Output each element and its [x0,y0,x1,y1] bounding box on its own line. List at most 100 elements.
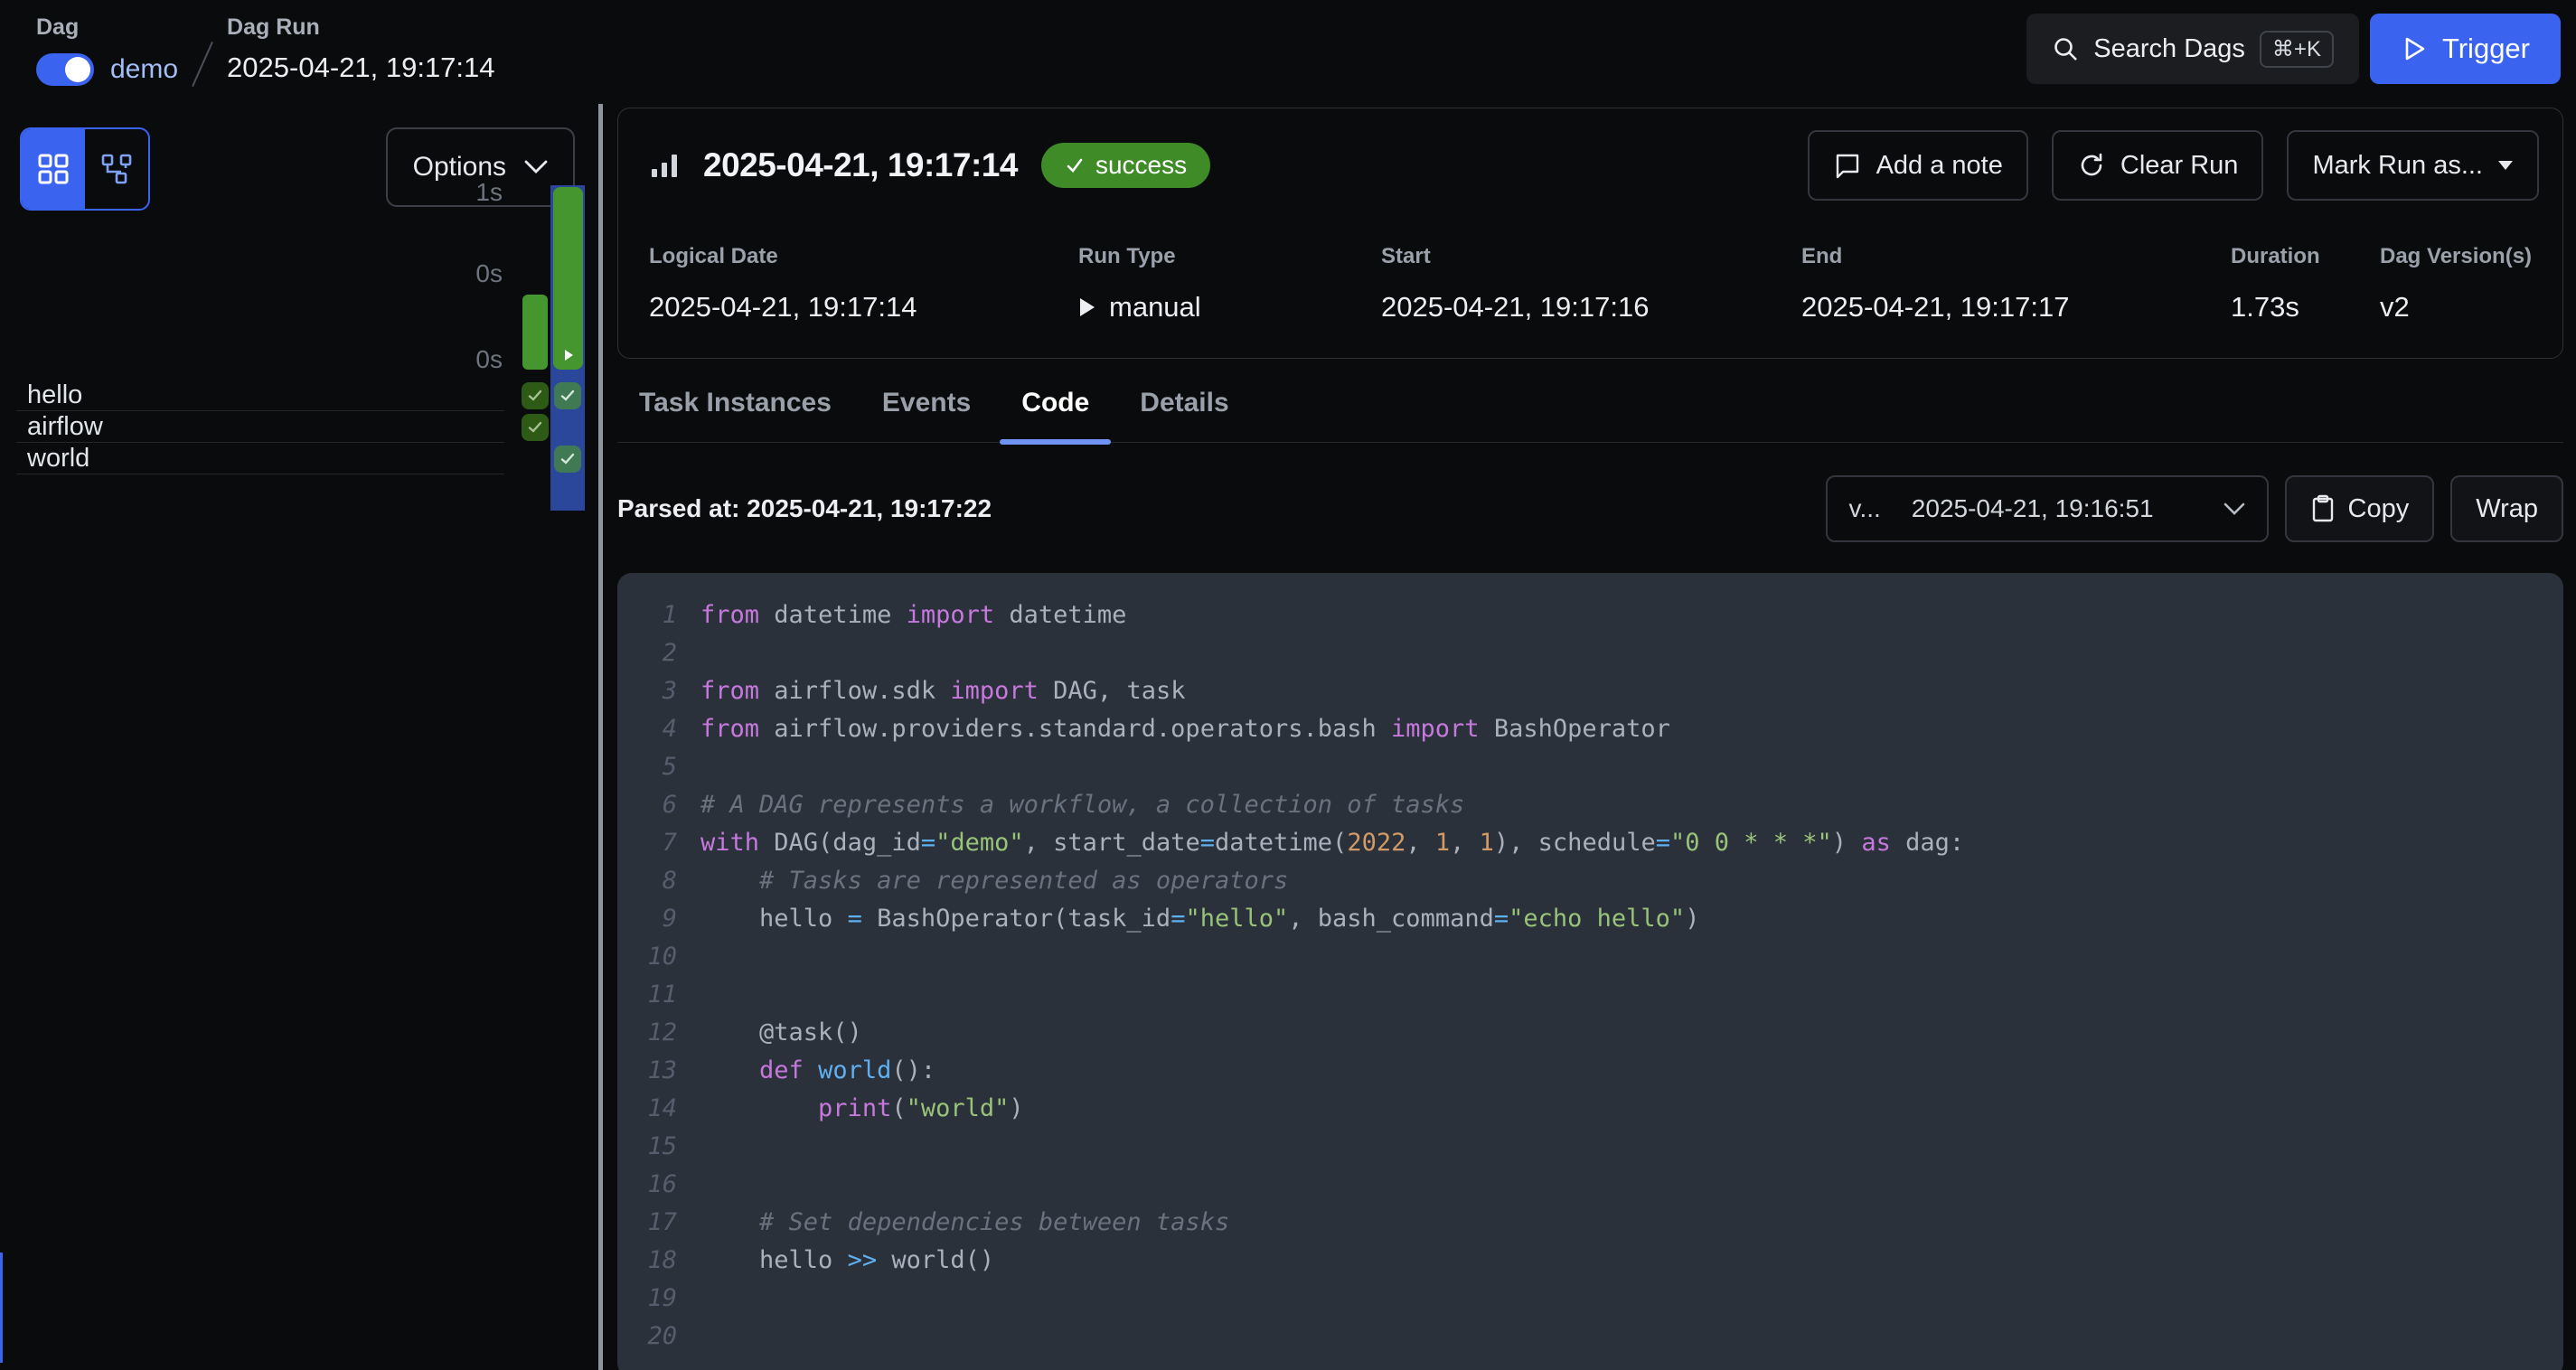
breadcrumb-dag: Dag demo [36,14,178,89]
code-line: 10 [617,938,2563,976]
grid-panel: Options 1s 0s 0s hello airflow world [0,104,598,1370]
clear-run-button[interactable]: Clear Run [2052,130,2264,201]
dag-run-crumb-label: Dag Run [227,14,494,41]
axis-tick: 0s [475,345,503,374]
axis-tick: 1s [475,178,503,207]
parsed-at-text: Parsed at: 2025-04-21, 19:17:22 [617,494,992,523]
panel-focus-border [0,1253,3,1363]
version-prefix: v... [1849,494,1881,523]
meta-logical-date: Logical Date 2025-04-21, 19:17:14 [649,244,1078,324]
task-label: airflow [27,412,103,442]
breadcrumb-dag-run: Dag Run 2025-04-21, 19:17:14 [227,14,494,89]
code-line: 11 [617,976,2563,1014]
refresh-icon [2077,151,2106,180]
add-note-button[interactable]: Add a note [1808,130,2028,201]
code-line: 4from airflow.providers.standard.operato… [617,710,2563,748]
copy-button[interactable]: Copy [2285,475,2435,542]
code-line: 9 hello = BashOperator(task_id="hello", … [617,900,2563,938]
dag-pause-toggle[interactable] [36,53,94,86]
copy-label: Copy [2348,494,2410,524]
tab-task-instances[interactable]: Task Instances [617,379,853,442]
grid-icon [36,152,71,186]
run-duration-bar-selected[interactable] [553,187,583,370]
tab-code[interactable]: Code [1000,379,1111,442]
search-dags-button[interactable]: Search Dags ⌘+K [2026,14,2359,84]
breadcrumb-separator [192,42,213,87]
bar-chart-icon [649,150,680,181]
task-instance-airflow-run1[interactable] [522,414,549,441]
code-line: 19 [617,1280,2563,1318]
caret-down-icon [2497,160,2514,171]
code-line: 2 [617,634,2563,672]
task-list: hello airflow world [16,380,504,474]
code-line: 16 [617,1166,2563,1204]
code-block[interactable]: 1from datetime import datetime23from air… [617,573,2563,1370]
trigger-label: Trigger [2442,33,2530,65]
task-row-airflow[interactable]: airflow [16,411,504,443]
dag-version-select[interactable]: v... 2025-04-21, 19:16:51 [1826,475,2269,542]
task-row-world[interactable]: world [16,443,504,474]
run-duration-bar-previous[interactable] [522,295,548,370]
task-row-hello[interactable]: hello [16,380,504,411]
detail-tabs: Task Instances Events Code Details [617,379,2563,443]
search-icon [2052,35,2079,62]
airflow-app: Dag demo Dag Run 2025-04-21, 19:17:14 Se… [0,0,2576,1370]
view-toggle-group [20,127,150,211]
meta-end: End 2025-04-21, 19:17:17 [1801,244,2231,324]
mark-run-as-label: Mark Run as... [2312,151,2483,181]
run-header-card: 2025-04-21, 19:17:14 success Add a note [617,108,2563,359]
code-line: 17 # Set dependencies between tasks [617,1204,2563,1242]
chevron-down-icon [2223,502,2245,516]
meta-dag-versions: Dag Version(s) v2 [2380,244,2539,324]
task-label: hello [27,380,82,410]
code-line: 3from airflow.sdk import DAG, task [617,672,2563,710]
graph-icon [99,152,134,186]
axis-tick: 0s [475,259,503,288]
mark-run-as-button[interactable]: Mark Run as... [2287,130,2539,201]
tab-details[interactable]: Details [1118,379,1250,442]
clear-run-label: Clear Run [2120,151,2239,181]
code-line: 5 [617,748,2563,786]
dag-name-link[interactable]: demo [110,54,178,85]
add-note-label: Add a note [1876,151,2003,181]
breadcrumb: Dag demo Dag Run 2025-04-21, 19:17:14 [36,14,495,89]
run-title: 2025-04-21, 19:17:14 [703,146,1018,184]
code-line: 20 [617,1318,2563,1356]
graph-view-button[interactable] [85,129,148,209]
run-play-icon [561,348,576,362]
note-icon [1833,151,1862,180]
task-instance-hello-run2[interactable] [554,382,581,409]
grid-view-button[interactable] [22,129,85,209]
search-shortcut-kbd: ⌘+K [2260,31,2334,68]
chevron-down-icon [524,160,548,174]
code-line: 8 # Tasks are represented as operators [617,862,2563,900]
task-instance-hello-run1[interactable] [522,382,549,409]
top-bar: Dag demo Dag Run 2025-04-21, 19:17:14 Se… [0,0,2576,104]
meta-run-type: Run Type manual [1078,244,1381,324]
code-line: 7with DAG(dag_id="demo", start_date=date… [617,824,2563,862]
run-metadata: Logical Date 2025-04-21, 19:17:14 Run Ty… [649,244,2539,324]
code-toolbar: Parsed at: 2025-04-21, 19:17:22 v... 202… [617,475,2563,542]
run-status-badge: success [1041,143,1210,188]
tab-events[interactable]: Events [860,379,992,442]
toggle-knob [65,57,90,82]
task-label: world [27,444,89,474]
run-status-text: success [1095,151,1187,180]
code-line: 6# A DAG represents a workflow, a collec… [617,786,2563,824]
code-line: 1from datetime import datetime [617,596,2563,634]
meta-start: Start 2025-04-21, 19:17:16 [1381,244,1801,324]
wrap-button[interactable]: Wrap [2450,475,2563,542]
trigger-button[interactable]: Trigger [2370,14,2561,84]
code-line: 15 [617,1128,2563,1166]
code-line: 18 hello >> world() [617,1242,2563,1280]
play-icon [2401,35,2428,62]
clipboard-icon [2310,494,2336,523]
code-line: 14 print("world") [617,1090,2563,1128]
manual-run-icon [1078,296,1096,318]
meta-duration: Duration 1.73s [2231,244,2380,324]
version-value: 2025-04-21, 19:16:51 [1912,494,2223,523]
code-line: 12 @task() [617,1014,2563,1052]
task-instance-world-run2[interactable] [554,446,581,473]
search-label: Search Dags [2093,34,2245,64]
wrap-label: Wrap [2476,494,2538,524]
